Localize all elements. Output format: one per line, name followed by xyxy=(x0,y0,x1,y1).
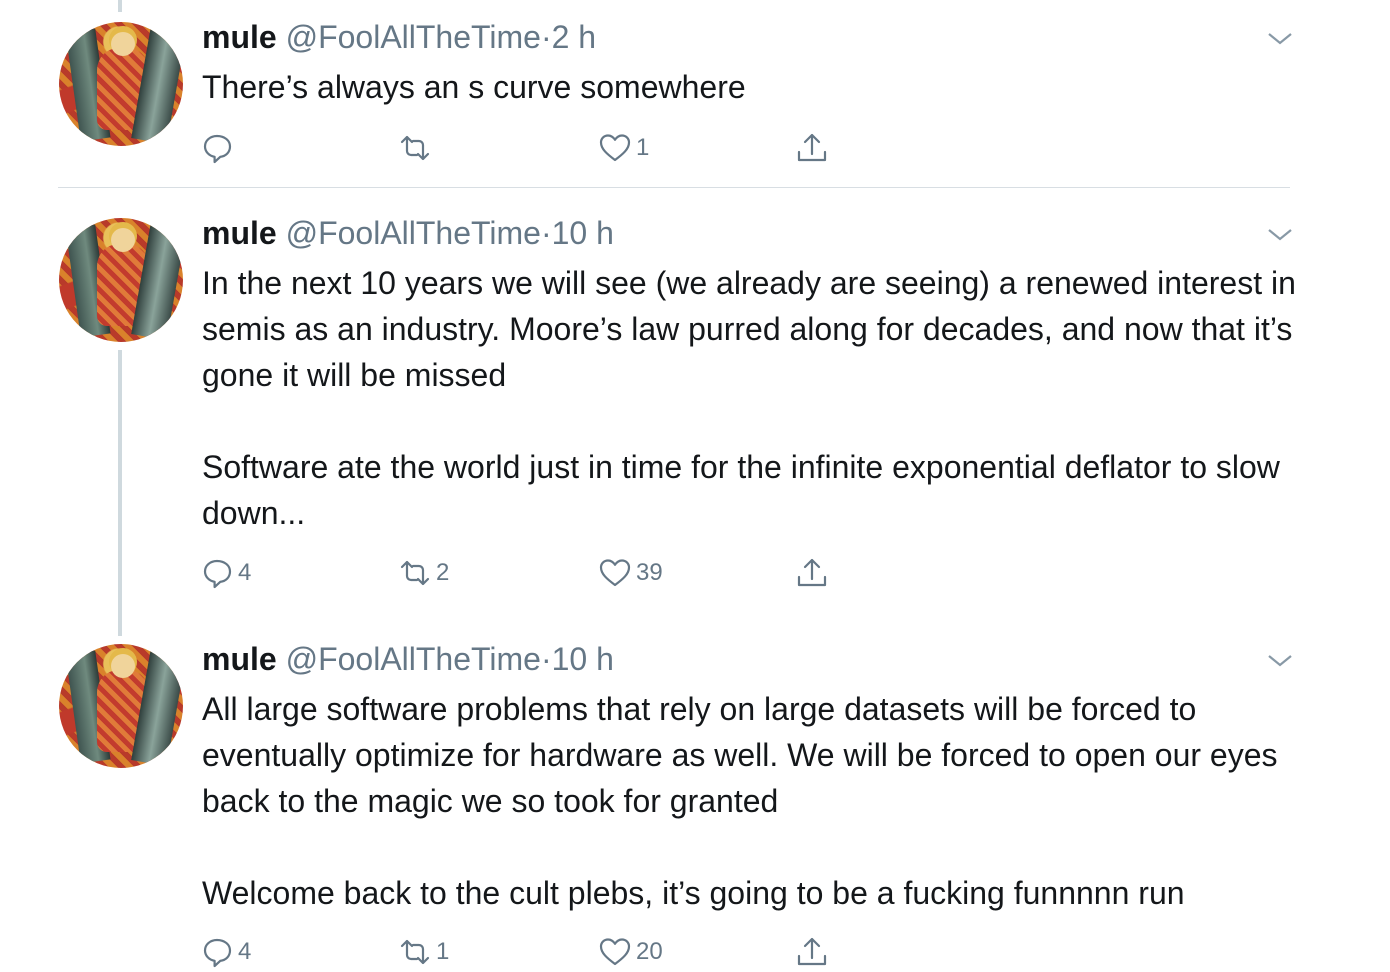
chevron-down-icon[interactable] xyxy=(1266,650,1294,670)
tweet-header: mule @FoolAllTheTime·10 h xyxy=(202,639,614,679)
share-icon xyxy=(797,937,827,966)
thread-connector xyxy=(118,350,122,636)
avatar[interactable] xyxy=(59,22,183,146)
reply-button[interactable] xyxy=(200,128,238,168)
tweet-header: mule @FoolAllTheTime·10 h xyxy=(202,213,614,253)
reply-button[interactable]: 4 xyxy=(200,932,251,972)
like-button[interactable]: 20 xyxy=(598,932,663,972)
separator-dot: · xyxy=(540,19,552,55)
like-count: 20 xyxy=(636,938,663,965)
heart-icon xyxy=(599,938,631,966)
user-handle[interactable]: @FoolAllTheTime xyxy=(286,215,541,251)
tweet-divider xyxy=(58,187,1290,188)
heart-icon xyxy=(599,134,631,162)
avatar[interactable] xyxy=(59,218,183,342)
thread-connector-top xyxy=(118,0,122,12)
retweet-icon xyxy=(400,135,430,161)
display-name[interactable]: mule xyxy=(202,215,277,251)
reply-count: 4 xyxy=(238,938,252,965)
retweet-count: 1 xyxy=(436,938,450,965)
tweet-header: mule @FoolAllTheTime·2 h xyxy=(202,17,596,57)
share-button[interactable] xyxy=(795,553,829,593)
user-handle[interactable]: @FoolAllTheTime xyxy=(286,19,541,55)
reply-icon xyxy=(203,134,232,164)
display-name[interactable]: mule xyxy=(202,641,277,677)
share-icon xyxy=(797,133,827,162)
timestamp[interactable]: 10 h xyxy=(552,215,614,251)
chevron-down-icon[interactable] xyxy=(1266,224,1294,244)
timestamp[interactable]: 2 h xyxy=(552,19,596,55)
separator-dot: · xyxy=(540,215,552,251)
retweet-icon xyxy=(400,939,430,965)
retweet-button[interactable]: 1 xyxy=(398,932,449,972)
timestamp[interactable]: 10 h xyxy=(552,641,614,677)
tweet-text: All large software problems that rely on… xyxy=(202,691,1278,911)
share-icon xyxy=(797,558,827,587)
like-count: 1 xyxy=(636,134,650,161)
retweet-button[interactable]: 2 xyxy=(398,553,449,593)
avatar[interactable] xyxy=(59,644,183,768)
share-button[interactable] xyxy=(795,932,829,972)
tweet-text: There’s always an s curve somewhere xyxy=(202,69,746,105)
user-handle[interactable]: @FoolAllTheTime xyxy=(286,641,541,677)
like-button[interactable]: 1 xyxy=(598,128,649,168)
retweet-button[interactable] xyxy=(398,128,436,168)
reply-button[interactable]: 4 xyxy=(200,553,251,593)
retweet-count: 2 xyxy=(436,559,450,586)
tweet-text: In the next 10 years we will see (we alr… xyxy=(202,265,1296,531)
like-count: 39 xyxy=(636,559,663,586)
separator-dot: · xyxy=(540,641,552,677)
heart-icon xyxy=(599,559,631,587)
reply-icon xyxy=(203,938,232,968)
chevron-down-icon[interactable] xyxy=(1266,28,1294,48)
reply-count: 4 xyxy=(238,559,252,586)
reply-icon xyxy=(203,559,232,589)
retweet-icon xyxy=(400,560,430,586)
like-button[interactable]: 39 xyxy=(598,553,663,593)
share-button[interactable] xyxy=(795,128,829,168)
display-name[interactable]: mule xyxy=(202,19,277,55)
